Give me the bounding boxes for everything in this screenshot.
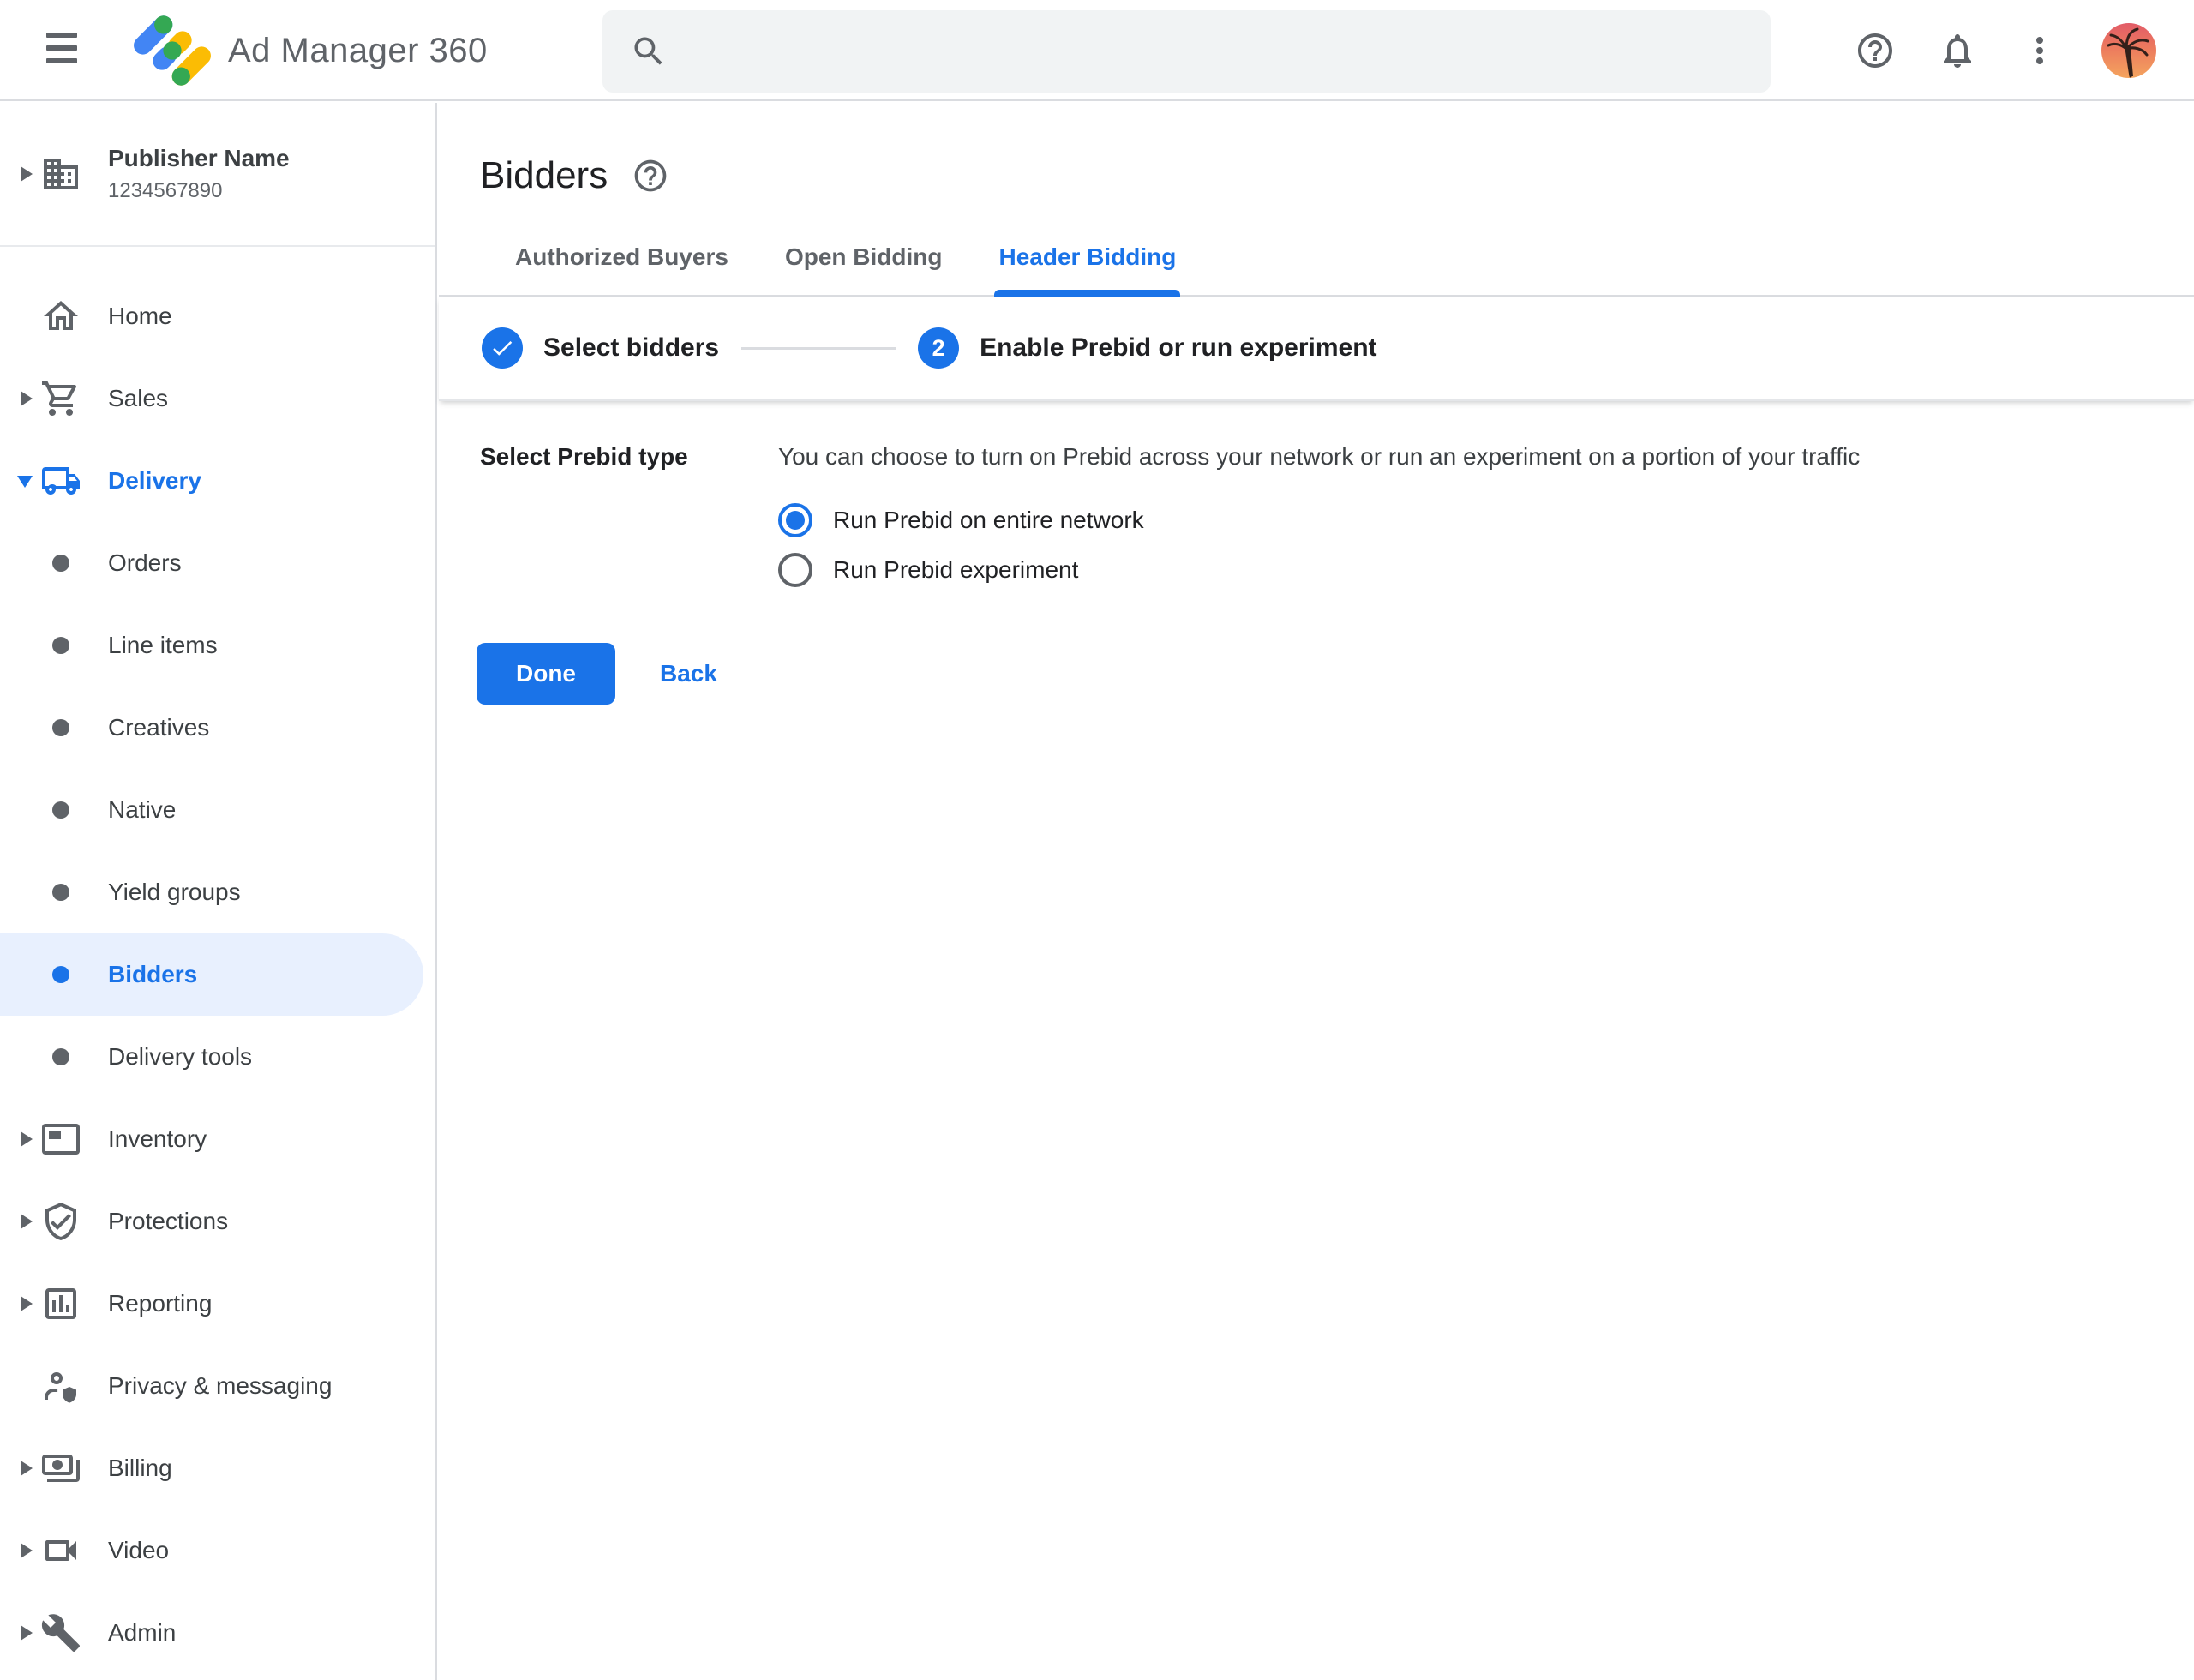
sidebar-item-inventory[interactable]: Inventory bbox=[0, 1098, 435, 1180]
person-shield-icon bbox=[40, 1365, 81, 1407]
sidebar-item-video[interactable]: Video bbox=[0, 1509, 435, 1592]
radio-unselected-icon bbox=[778, 553, 812, 587]
publisher-selector[interactable]: Publisher Name 1234567890 bbox=[0, 103, 435, 247]
main-content: Bidders Authorized Buyers Open Bidding H… bbox=[439, 103, 2194, 1680]
bar-chart-icon bbox=[40, 1283, 81, 1324]
palm-tree-avatar-image bbox=[2101, 23, 2156, 78]
bell-icon bbox=[1937, 30, 1978, 71]
more-options-button[interactable] bbox=[2019, 30, 2060, 71]
page-help-button[interactable] bbox=[632, 157, 669, 195]
payments-icon bbox=[40, 1448, 81, 1489]
step-connector-line bbox=[741, 347, 896, 350]
tab-header-bidding[interactable]: Header Bidding bbox=[970, 243, 1204, 295]
help-icon bbox=[632, 157, 669, 195]
step-enable-prebid[interactable]: 2 Enable Prebid or run experiment bbox=[918, 327, 1376, 369]
sidebar-nav: Home Sales Delivery Orders Line items bbox=[0, 247, 435, 1674]
sidebar-item-delivery-tools[interactable]: Delivery tools bbox=[0, 1016, 435, 1098]
ad-manager-logo bbox=[129, 7, 216, 94]
shield-check-icon bbox=[40, 1201, 81, 1242]
sidebar-item-orders[interactable]: Orders bbox=[0, 522, 435, 604]
sidebar-item-native[interactable]: Native bbox=[0, 769, 435, 851]
page-title: Bidders bbox=[480, 154, 608, 197]
sidebar-item-yield-groups[interactable]: Yield groups bbox=[0, 851, 435, 933]
bullet-icon bbox=[52, 555, 69, 572]
search-bar[interactable] bbox=[602, 10, 1771, 93]
notifications-button[interactable] bbox=[1937, 30, 1978, 71]
chevron-right-icon bbox=[21, 1214, 33, 1229]
step-number-badge: 2 bbox=[918, 327, 959, 369]
sidebar-item-delivery[interactable]: Delivery bbox=[0, 440, 435, 522]
home-icon bbox=[40, 296, 81, 337]
more-vert-icon bbox=[2019, 30, 2060, 71]
search-icon bbox=[630, 33, 668, 70]
chevron-down-icon bbox=[17, 476, 33, 488]
sidebar-item-admin[interactable]: Admin bbox=[0, 1592, 435, 1674]
menu-icon[interactable] bbox=[46, 33, 79, 67]
back-button[interactable]: Back bbox=[660, 660, 717, 687]
step-select-bidders[interactable]: Select bidders bbox=[482, 327, 719, 369]
help-icon bbox=[1855, 30, 1896, 71]
chevron-right-icon bbox=[21, 1461, 33, 1476]
radio-run-prebid-entire-network[interactable]: Run Prebid on entire network bbox=[778, 495, 2194, 545]
sidebar-item-home[interactable]: Home bbox=[0, 275, 435, 357]
sidebar: Publisher Name 1234567890 Home Sales Del… bbox=[0, 103, 437, 1680]
prebid-type-section: Select Prebid type You can choose to tur… bbox=[439, 401, 2194, 595]
radio-run-prebid-experiment[interactable]: Run Prebid experiment bbox=[778, 545, 2194, 595]
chevron-right-icon bbox=[21, 1131, 33, 1147]
publisher-id: 1234567890 bbox=[108, 179, 290, 203]
chevron-right-icon bbox=[21, 391, 33, 406]
publisher-name: Publisher Name bbox=[108, 145, 290, 172]
sidebar-item-line-items[interactable]: Line items bbox=[0, 604, 435, 687]
help-button[interactable] bbox=[1855, 30, 1896, 71]
tab-open-bidding[interactable]: Open Bidding bbox=[757, 243, 971, 295]
chevron-right-icon bbox=[21, 1543, 33, 1558]
tab-bar: Authorized Buyers Open Bidding Header Bi… bbox=[439, 243, 2194, 297]
bullet-icon bbox=[52, 801, 69, 819]
stepper: Select bidders 2 Enable Prebid or run ex… bbox=[439, 297, 2194, 401]
sidebar-item-creatives[interactable]: Creatives bbox=[0, 687, 435, 769]
bullet-icon bbox=[52, 719, 69, 736]
bullet-icon bbox=[52, 637, 69, 654]
search-input[interactable] bbox=[668, 10, 1771, 93]
chevron-right-icon bbox=[21, 1625, 33, 1641]
wrench-icon bbox=[40, 1612, 81, 1653]
top-app-bar: Ad Manager 360 bbox=[0, 0, 2194, 101]
section-label: Select Prebid type bbox=[480, 441, 778, 595]
bullet-icon bbox=[52, 884, 69, 901]
prebid-type-radio-group: Run Prebid on entire network Run Prebid … bbox=[778, 495, 2194, 595]
video-camera-icon bbox=[40, 1530, 81, 1571]
inventory-icon bbox=[40, 1119, 81, 1160]
bullet-icon bbox=[52, 1048, 69, 1065]
tab-authorized-buyers[interactable]: Authorized Buyers bbox=[487, 243, 757, 295]
chevron-right-icon bbox=[21, 166, 33, 182]
sidebar-item-bidders[interactable]: Bidders bbox=[0, 933, 423, 1016]
sidebar-item-billing[interactable]: Billing bbox=[0, 1427, 435, 1509]
radio-selected-icon bbox=[778, 503, 812, 537]
chevron-right-icon bbox=[21, 1296, 33, 1311]
sidebar-item-reporting[interactable]: Reporting bbox=[0, 1263, 435, 1345]
section-description: You can choose to turn on Prebid across … bbox=[778, 441, 2194, 473]
form-actions: Done Back bbox=[477, 643, 2194, 705]
app-title: Ad Manager 360 bbox=[228, 32, 488, 70]
done-button[interactable]: Done bbox=[477, 643, 615, 705]
sidebar-item-privacy-messaging[interactable]: Privacy & messaging bbox=[0, 1345, 435, 1427]
sidebar-item-sales[interactable]: Sales bbox=[0, 357, 435, 440]
bullet-icon bbox=[52, 966, 69, 983]
account-avatar[interactable] bbox=[2101, 23, 2156, 78]
sidebar-item-protections[interactable]: Protections bbox=[0, 1180, 435, 1263]
shopping-cart-icon bbox=[40, 378, 81, 419]
delivery-truck-icon bbox=[40, 460, 81, 501]
step-completed-check-icon bbox=[482, 327, 523, 369]
building-icon bbox=[40, 153, 81, 195]
